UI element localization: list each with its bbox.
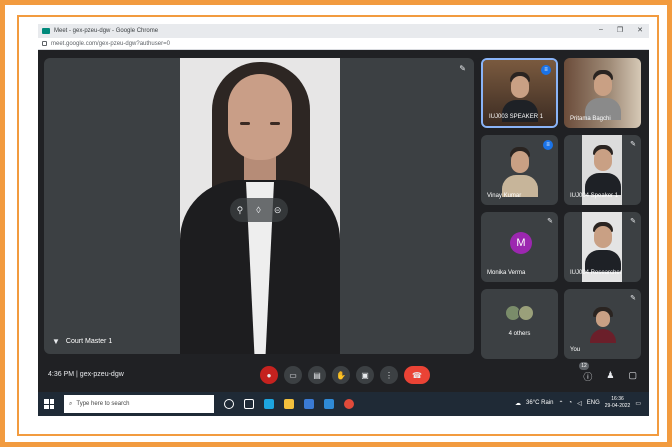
participant-name: IUJ003 SPEAKER 1 [489, 114, 544, 120]
participant-tile[interactable]: ≡ Vinay Kumar [481, 135, 558, 205]
weather-text[interactable]: 36°C Rain [526, 400, 553, 406]
lock-icon [42, 41, 47, 46]
chevron-up-icon[interactable]: ⌃ [558, 400, 563, 407]
edge-icon[interactable] [264, 399, 274, 409]
meet-area: ⚲ ◊ ⊝ ✎ ▼ Court Master 1 ≡ IUJ003 SPEAKE… [38, 50, 649, 416]
search-placeholder: Type here to search [76, 401, 130, 407]
meeting-info: 4:36 PM | gex-pzeu-dgw [48, 371, 124, 378]
others-avatars [505, 305, 534, 321]
mic-off-icon: ✎ [630, 218, 636, 225]
language-indicator[interactable]: ENG [587, 400, 600, 406]
present-button[interactable]: ▣ [356, 366, 374, 384]
notification-icon[interactable]: ▭ [635, 400, 641, 407]
meeting-code: gex-pzeu-dgw [79, 371, 124, 378]
raise-hand-button[interactable]: ✋ [332, 366, 350, 384]
weather-icon: ☁ [515, 400, 522, 407]
screenshot: Meet - gex-pzeu-dgw - Google Chrome – ❐ … [38, 24, 649, 416]
participant-video [501, 147, 538, 197]
participant-video [584, 70, 621, 120]
participant-video [584, 222, 621, 272]
mic-off-icon: ✎ [459, 64, 466, 73]
participant-name: You [570, 347, 581, 353]
mic-off-icon: ✎ [630, 295, 636, 302]
captions-button[interactable]: ▤ [308, 366, 326, 384]
tile-name-label: ▼ Court Master 1 [52, 337, 112, 346]
participant-tile[interactable]: ✎ IUJ004 Speaker 1 [564, 135, 641, 205]
url-text[interactable]: meet.google.com/gex-pzeu-dgw?authuser=0 [51, 41, 170, 47]
others-tile[interactable]: 4 others [481, 289, 558, 359]
windows-start-icon[interactable] [44, 399, 54, 409]
participant-name: IUJ004 Researcher [570, 270, 622, 276]
participant-tile[interactable]: ✎ IUJ004 Researcher [564, 212, 641, 282]
participant-tile[interactable]: ≡ IUJ003 SPEAKER 1 [481, 58, 558, 128]
window-controls: – ❐ ✕ [599, 26, 643, 34]
avatar: M [510, 232, 532, 254]
minimize-button[interactable]: – [599, 26, 603, 34]
meeting-time: 4:36 PM [48, 371, 75, 378]
chrome-icon[interactable] [344, 399, 354, 409]
participant-count-badge: 12 [579, 362, 589, 370]
network-icon[interactable]: ◔ [568, 400, 572, 406]
self-tile[interactable]: ✎ You [564, 289, 641, 359]
main-speaker-tile[interactable]: ⚲ ◊ ⊝ ✎ ▼ Court Master 1 [44, 58, 474, 354]
others-count: 4 others [508, 331, 531, 337]
self-video [589, 307, 616, 343]
search-icon: ⌕ [69, 400, 73, 407]
taskbar-search[interactable]: ⌕ Type here to search [64, 395, 214, 413]
volume-icon[interactable]: ◁ [577, 400, 582, 407]
address-bar[interactable]: meet.google.com/gex-pzeu-dgw?authuser=0 [38, 38, 649, 50]
side-panel-controls: ⓘ ♟ ▢ [583, 370, 637, 383]
pin-icon[interactable]: ⚲ [237, 205, 244, 216]
browser-tab-title: Meet - gex-pzeu-dgw - Google Chrome [54, 28, 159, 34]
call-controls: ● ▭ ▤ ✋ ▣ ⋮ ☎ [260, 366, 430, 384]
chat-icon[interactable]: ▢ [628, 370, 637, 383]
store-icon[interactable] [304, 399, 314, 409]
tile-hover-controls: ⚲ ◊ ⊝ [230, 198, 288, 222]
end-call-button[interactable]: ☎ [404, 366, 430, 384]
speaking-indicator-icon: ≡ [541, 65, 551, 75]
main-speaker-name: Court Master 1 [65, 338, 113, 345]
more-options-icon[interactable]: ⊝ [274, 205, 282, 216]
cortana-icon[interactable] [224, 399, 234, 409]
mute-participant-icon[interactable]: ◊ [256, 205, 260, 215]
mic-off-icon: ✎ [547, 218, 553, 225]
pin-badge-icon: ▼ [52, 337, 60, 346]
people-icon[interactable]: ♟ [606, 370, 614, 383]
participant-tile[interactable]: Pritama Bagchi [564, 58, 641, 128]
task-view-icon[interactable] [244, 399, 254, 409]
mail-icon[interactable] [324, 399, 334, 409]
mic-toggle-button[interactable]: ● [260, 366, 278, 384]
close-window-button[interactable]: ✕ [637, 26, 643, 34]
camera-toggle-button[interactable]: ▭ [284, 366, 302, 384]
windows-taskbar: ⌕ Type here to search ☁ 36°C Rain ⌃ ◔ ◁ … [38, 392, 649, 416]
system-tray: ☁ 36°C Rain ⌃ ◔ ◁ ENG 16:36 29-04-2022 ▭ [515, 396, 641, 410]
participant-name: IUJ004 Speaker 1 [570, 193, 619, 199]
taskbar-clock[interactable]: 16:36 29-04-2022 [605, 396, 631, 410]
participant-tile[interactable]: M ✎ Monika Verma [481, 212, 558, 282]
meet-favicon-icon [42, 28, 50, 34]
meeting-controls-bar: 4:36 PM | gex-pzeu-dgw ● ▭ ▤ ✋ ▣ ⋮ ☎ 12 … [38, 362, 649, 392]
more-options-button[interactable]: ⋮ [380, 366, 398, 384]
participant-video [584, 145, 621, 195]
participant-name: Pritama Bagchi [570, 116, 611, 122]
browser-title-bar: Meet - gex-pzeu-dgw - Google Chrome – ❐ … [38, 24, 649, 38]
meeting-details-icon[interactable]: ⓘ [583, 370, 592, 383]
participant-name: Monika Verma [487, 270, 526, 276]
maximize-button[interactable]: ❐ [617, 26, 623, 34]
participant-name: Vinay Kumar [487, 193, 522, 199]
mic-off-icon: ✎ [630, 141, 636, 148]
speaking-indicator-icon: ≡ [543, 140, 553, 150]
file-explorer-icon[interactable] [284, 399, 294, 409]
pinned-apps [224, 399, 354, 409]
